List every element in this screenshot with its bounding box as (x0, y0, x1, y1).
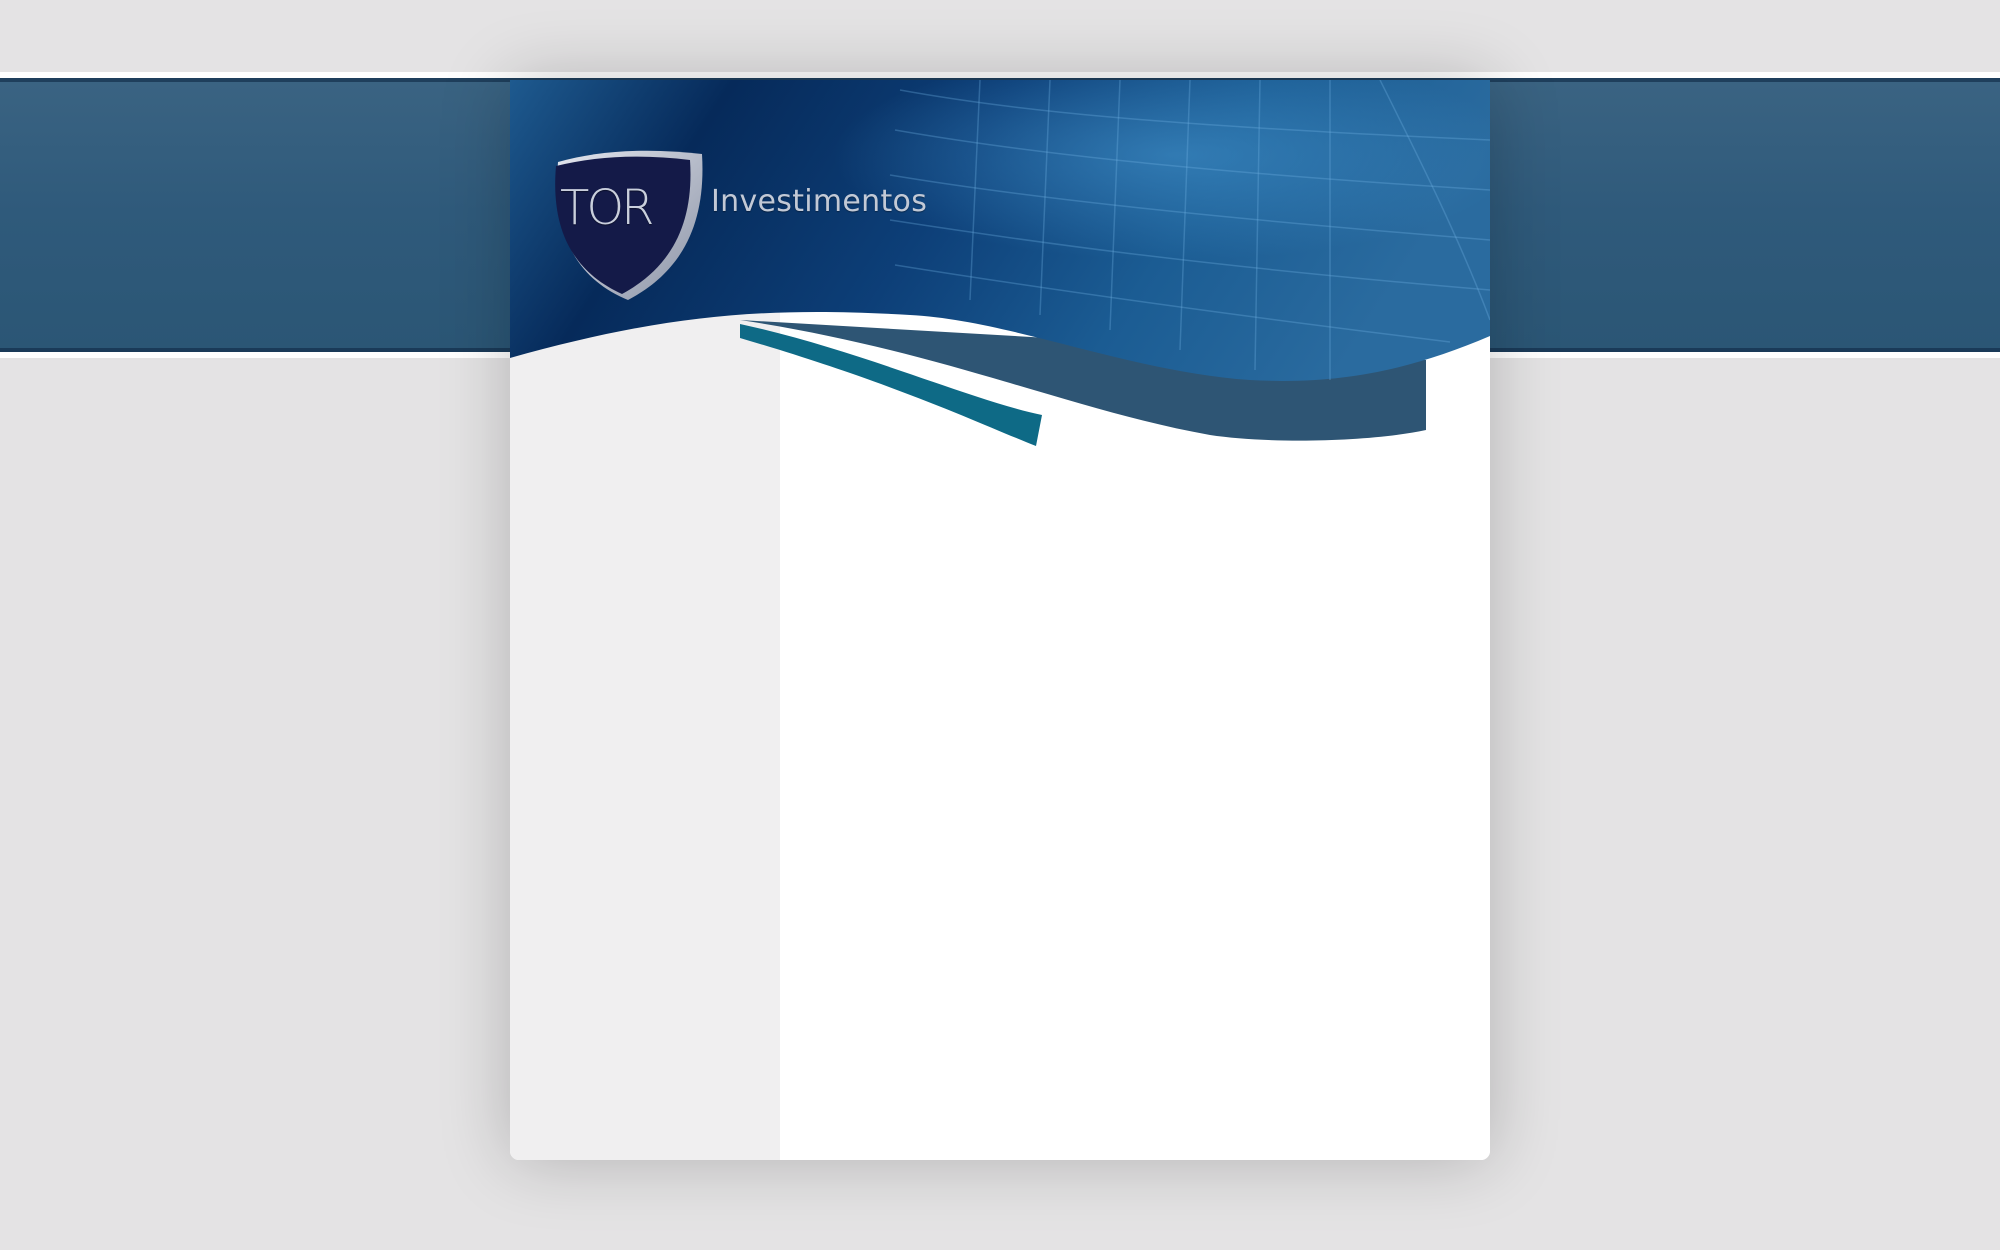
header-banner (510, 80, 1490, 446)
content-card: TOR Investimentos (510, 80, 1490, 1160)
page: TOR Investimentos (0, 0, 2000, 1250)
brand-tagline: Investimentos (711, 184, 928, 219)
brand-name: TOR (560, 180, 654, 236)
